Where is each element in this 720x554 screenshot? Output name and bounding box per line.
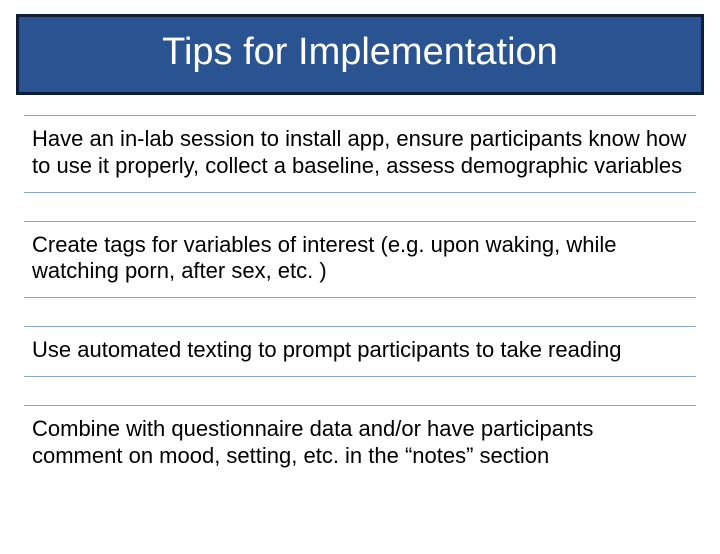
tip-item: Use automated texting to prompt particip… — [24, 326, 696, 377]
tip-text: Have an in-lab session to install app, e… — [32, 126, 688, 180]
tip-text: Use automated texting to prompt particip… — [32, 337, 688, 364]
content-area: Have an in-lab session to install app, e… — [0, 95, 720, 482]
tip-text: Create tags for variables of interest (e… — [32, 232, 688, 286]
tip-text: Combine with questionnaire data and/or h… — [32, 416, 688, 470]
page-title: Tips for Implementation — [19, 31, 701, 74]
tip-item: Combine with questionnaire data and/or h… — [24, 405, 696, 482]
tip-item: Create tags for variables of interest (e… — [24, 221, 696, 299]
title-bar: Tips for Implementation — [16, 14, 704, 95]
tip-item: Have an in-lab session to install app, e… — [24, 115, 696, 193]
